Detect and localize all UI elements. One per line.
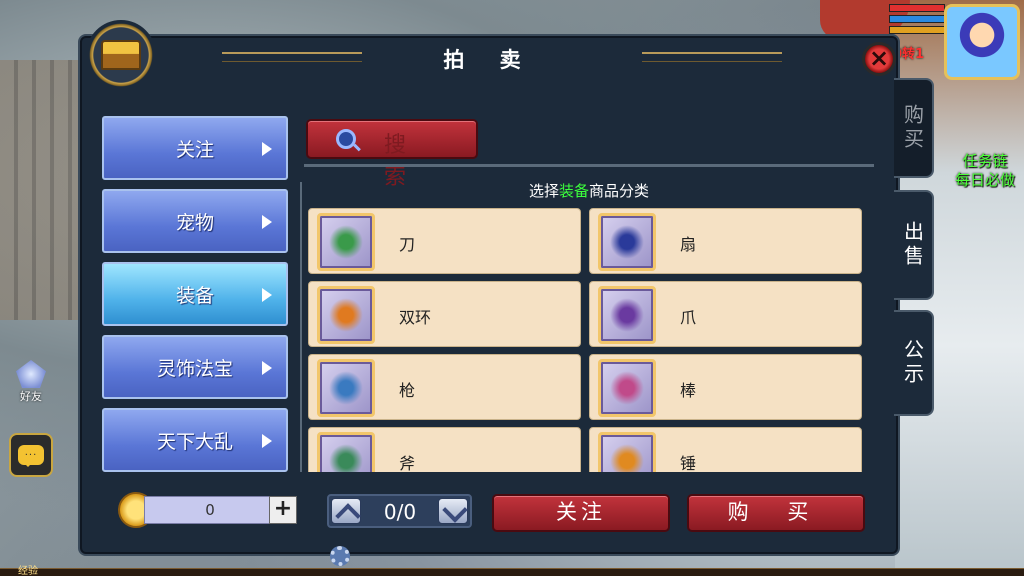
- tab-sell[interactable]: 出售: [894, 190, 934, 300]
- task-tracker[interactable]: 任务链 每日必做: [955, 152, 1015, 190]
- panel-title: 拍 卖: [443, 48, 535, 72]
- item-category-label: 锤: [680, 454, 697, 472]
- close-button[interactable]: ×: [862, 42, 896, 76]
- search-button[interactable]: 搜 索: [306, 119, 478, 190]
- auction-panel: 拍 卖 × 关注 宠物 装备 灵饰法宝 天下大乱 搜 索 选择装备商品分类 刀扇双环爪枪…: [80, 20, 898, 554]
- category-label: 宠物: [175, 211, 214, 234]
- coin-field: 0 +: [144, 496, 297, 524]
- page-up-button[interactable]: [331, 498, 361, 524]
- claw-icon: [598, 286, 656, 344]
- gear-icon[interactable]: [330, 546, 350, 566]
- double-ring-icon: [317, 286, 375, 344]
- item-category-label: 刀: [399, 235, 416, 254]
- arrow-right-icon: [262, 215, 272, 229]
- arrow-right-icon: [262, 361, 272, 375]
- hp-bar: [889, 4, 945, 12]
- blade-icon: [317, 213, 375, 271]
- search-icon: [336, 129, 356, 149]
- divider: [304, 164, 874, 167]
- item-category-label: 爪: [680, 308, 697, 327]
- grid-header-highlight: 装备: [558, 182, 589, 200]
- arrow-right-icon: [262, 142, 272, 156]
- friend-button[interactable]: 好友: [10, 360, 52, 406]
- buy-button[interactable]: 购 买: [687, 494, 865, 532]
- page-down-button[interactable]: [438, 498, 468, 524]
- item-category-cell[interactable]: 枪: [308, 354, 581, 420]
- player-avatar[interactable]: [944, 4, 1020, 80]
- grid-header: 选择装备商品分类: [304, 180, 874, 201]
- friend-label: 好友: [20, 390, 42, 403]
- category-label: 装备: [175, 284, 214, 307]
- item-category-cell[interactable]: 斧: [308, 427, 581, 472]
- item-category-cell[interactable]: 棒: [589, 354, 862, 420]
- page-indicator: 0/0: [383, 500, 417, 524]
- treasure-chest-icon: [86, 20, 156, 90]
- item-category-cell[interactable]: 爪: [589, 281, 862, 347]
- arrow-right-icon: [262, 288, 272, 302]
- category-item-4[interactable]: 天下大乱: [102, 408, 288, 472]
- friend-icon: [16, 360, 46, 388]
- pager: 0/0: [327, 494, 472, 528]
- item-category-grid: 刀 扇双环 爪枪 棒斧 锤: [308, 208, 868, 472]
- item-category-label: 斧: [399, 454, 416, 472]
- item-category-label: 枪: [399, 381, 416, 400]
- item-category-cell[interactable]: 扇: [589, 208, 862, 274]
- divider-vertical: [300, 182, 302, 472]
- item-category-label: 双环: [399, 308, 432, 327]
- category-item-0[interactable]: 关注: [102, 116, 288, 180]
- task-line-2: 每日必做: [955, 171, 1016, 189]
- chat-button[interactable]: ···: [9, 433, 53, 477]
- category-label: 关注: [175, 138, 214, 161]
- item-category-cell[interactable]: 锤: [589, 427, 862, 472]
- category-item-3[interactable]: 灵饰法宝: [102, 335, 288, 399]
- hammer-icon: [598, 432, 656, 472]
- category-label: 灵饰法宝: [156, 357, 233, 380]
- mp-bar: [889, 15, 945, 23]
- background-building: [0, 60, 80, 320]
- category-list: 关注宠物装备灵饰法宝天下大乱: [102, 116, 292, 472]
- coin-value: 0: [205, 501, 215, 519]
- chat-bubble-icon: ···: [18, 445, 44, 467]
- category-label: 天下大乱: [156, 430, 233, 453]
- item-category-label: 棒: [680, 381, 697, 400]
- fan-icon: [598, 213, 656, 271]
- tab-buy[interactable]: 购买: [894, 78, 934, 178]
- status-bars: [889, 4, 945, 37]
- category-item-2[interactable]: 装备: [102, 262, 288, 326]
- grid-header-prefix: 选择: [528, 182, 559, 200]
- panel-header: 拍 卖 ×: [82, 20, 896, 90]
- spear-icon: [317, 359, 375, 417]
- task-line-1: 任务链: [962, 152, 1008, 170]
- axe-icon: [317, 432, 375, 472]
- arrow-right-icon: [262, 434, 272, 448]
- exp-label: 经验: [18, 566, 38, 576]
- exp-bar: 经验: [0, 566, 1024, 576]
- sp-bar: [889, 26, 945, 34]
- tab-notice[interactable]: 公示: [894, 310, 934, 416]
- grid-header-suffix: 商品分类: [589, 182, 650, 200]
- staff-icon: [598, 359, 656, 417]
- add-coin-button[interactable]: +: [269, 496, 297, 524]
- item-category-cell[interactable]: 刀: [308, 208, 581, 274]
- item-category-label: 扇: [680, 235, 697, 254]
- follow-button[interactable]: 关注: [492, 494, 670, 532]
- category-item-1[interactable]: 宠物: [102, 189, 288, 253]
- item-category-cell[interactable]: 双环: [308, 281, 581, 347]
